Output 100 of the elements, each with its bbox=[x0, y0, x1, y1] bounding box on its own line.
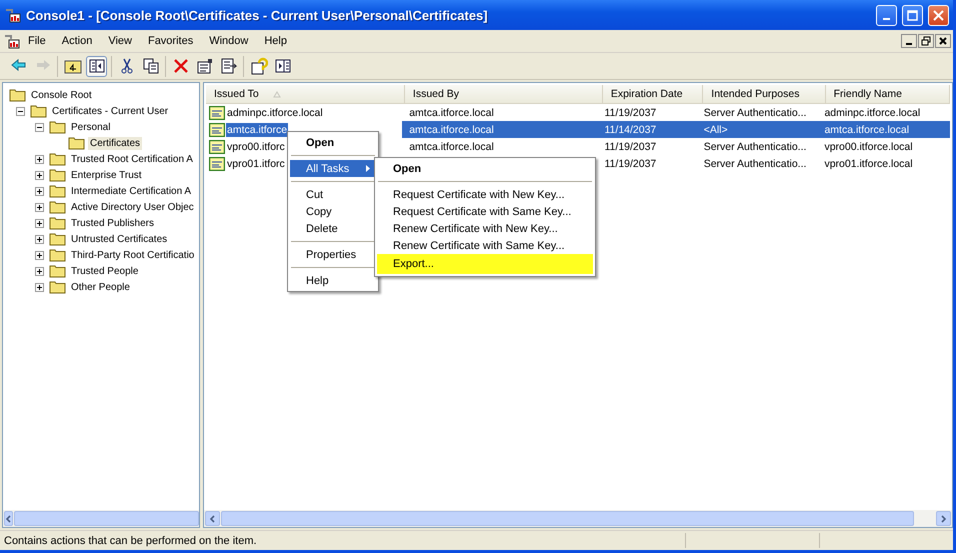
close-icon bbox=[933, 10, 944, 20]
expand-icon[interactable] bbox=[35, 202, 44, 212]
table-cell[interactable]: vpro00.itforc bbox=[226, 140, 286, 154]
menu-item[interactable]: Window bbox=[201, 35, 256, 47]
scroll-left-button[interactable] bbox=[205, 511, 220, 526]
certificate-icon bbox=[209, 106, 225, 120]
restore-icon bbox=[921, 36, 931, 46]
table-cell: <All> bbox=[696, 121, 818, 138]
menu-item[interactable]: Request Certificate with Same Key... bbox=[377, 203, 593, 220]
close-icon bbox=[939, 37, 947, 45]
menu-item[interactable]: Help bbox=[290, 272, 376, 289]
restore-button[interactable] bbox=[918, 34, 934, 48]
menu-item[interactable]: Open bbox=[290, 134, 376, 151]
collapse-icon[interactable] bbox=[35, 122, 44, 132]
column-header[interactable]: Friendly Name bbox=[826, 85, 950, 103]
minimize-button[interactable] bbox=[901, 34, 917, 48]
copy-icon bbox=[142, 57, 160, 75]
folder-icon bbox=[49, 280, 66, 294]
folder-icon bbox=[49, 184, 66, 198]
tree-item[interactable]: Trusted People bbox=[69, 264, 140, 278]
expand-icon[interactable] bbox=[35, 186, 44, 196]
tree-item[interactable]: Other People bbox=[69, 280, 132, 294]
table-cell-text: Server Authenticatio... bbox=[702, 140, 808, 154]
certificate-icon bbox=[209, 140, 225, 154]
expand-icon[interactable] bbox=[35, 218, 44, 228]
toolbar-button[interactable] bbox=[86, 56, 107, 76]
table-cell-text: Server Authenticatio... bbox=[702, 156, 808, 172]
menu-item[interactable]: Favorites bbox=[140, 35, 202, 47]
chevron-right-icon bbox=[940, 514, 947, 522]
tree-item[interactable]: Third-Party Root Certificatio bbox=[69, 248, 196, 262]
table-cell-text: Server Authenticatio... bbox=[702, 106, 808, 120]
delete-icon bbox=[172, 57, 190, 75]
export-list-icon bbox=[220, 57, 238, 75]
certificate-icon bbox=[209, 122, 225, 136]
console-app-icon[interactable] bbox=[4, 33, 20, 49]
menu-item[interactable]: Renew Certificate with New Key... bbox=[377, 220, 593, 237]
chevron-left-icon bbox=[209, 514, 216, 522]
maximize-button[interactable] bbox=[902, 4, 923, 26]
folder-icon bbox=[49, 152, 66, 166]
folder-icon bbox=[49, 264, 66, 278]
tree-item[interactable]: Certificates bbox=[88, 136, 142, 150]
tree-item[interactable]: Certificates - Current User bbox=[50, 104, 170, 118]
table-cell: amtca.itforce.local bbox=[817, 121, 950, 138]
menu-item[interactable]: Open bbox=[377, 160, 593, 177]
tree-item[interactable]: Intermediate Certification A bbox=[69, 184, 194, 198]
expand-icon[interactable] bbox=[35, 154, 44, 164]
tree-item[interactable]: Untrusted Certificates bbox=[69, 232, 170, 246]
table-cell: 11/14/2037 bbox=[598, 121, 697, 138]
table-cell-text: 11/19/2037 bbox=[604, 140, 658, 154]
tree-item[interactable]: Console Root bbox=[29, 88, 94, 102]
folder-icon bbox=[49, 232, 66, 246]
table-cell[interactable]: amtca.itforce bbox=[226, 122, 288, 136]
action-pane-icon bbox=[274, 57, 292, 75]
menu-item[interactable]: Action bbox=[54, 35, 100, 47]
expand-icon[interactable] bbox=[35, 170, 44, 180]
table-cell-text: vpro00.itforce.local bbox=[823, 140, 914, 154]
expand-icon[interactable] bbox=[35, 282, 44, 292]
table-cell-text: 11/19/2037 bbox=[604, 156, 658, 172]
expand-icon[interactable] bbox=[35, 234, 44, 244]
tree-item[interactable]: Enterprise Trust bbox=[69, 168, 144, 182]
column-header[interactable]: Issued By bbox=[404, 85, 603, 103]
table-cell-text: adminpc.itforce.local bbox=[823, 106, 922, 120]
table-cell-text: 11/19/2037 bbox=[604, 106, 658, 120]
close-button[interactable] bbox=[935, 34, 951, 48]
scrollbar-thumb[interactable] bbox=[14, 511, 199, 526]
menu-item[interactable]: Cut bbox=[290, 186, 376, 203]
folder-icon bbox=[49, 216, 66, 230]
scroll-right-button[interactable] bbox=[936, 511, 951, 526]
menu-item[interactable]: Delete bbox=[290, 220, 376, 237]
tree-item[interactable]: Trusted Publishers bbox=[69, 216, 156, 230]
menu-item[interactable]: View bbox=[100, 35, 140, 47]
menu-item[interactable]: Renew Certificate with Same Key... bbox=[377, 237, 593, 254]
column-header[interactable]: Issued To bbox=[206, 85, 405, 103]
expand-icon[interactable] bbox=[35, 250, 44, 260]
menu-item[interactable]: Export... bbox=[377, 254, 593, 274]
minimize-icon bbox=[883, 18, 890, 20]
tree-item[interactable]: Personal bbox=[69, 120, 112, 134]
column-header[interactable]: Expiration Date bbox=[602, 85, 704, 103]
folder-icon bbox=[49, 248, 66, 262]
column-header[interactable]: Intended Purposes bbox=[703, 85, 826, 103]
tree-item[interactable]: Trusted Root Certification A bbox=[69, 152, 195, 166]
menu-item[interactable]: Copy bbox=[290, 203, 376, 220]
folder-icon bbox=[49, 168, 66, 182]
scroll-left-button[interactable] bbox=[4, 511, 13, 526]
table-cell[interactable]: vpro01.itforc bbox=[226, 156, 286, 170]
folder-icon bbox=[30, 104, 47, 118]
chevron-left-icon bbox=[5, 514, 12, 522]
collapse-icon[interactable] bbox=[16, 106, 25, 116]
menu-item[interactable]: All Tasks bbox=[290, 160, 376, 177]
folder-icon bbox=[49, 200, 66, 214]
menu-item[interactable]: Properties bbox=[290, 246, 376, 263]
menu-item[interactable]: Help bbox=[256, 35, 295, 47]
scrollbar-thumb[interactable] bbox=[221, 511, 914, 526]
menu-item[interactable]: Request Certificate with New Key... bbox=[377, 186, 593, 203]
table-cell-text: amtca.itforce.local bbox=[408, 140, 495, 154]
menu-item[interactable]: File bbox=[20, 35, 54, 47]
window-title: Console1 - [Console Root\Certificates - Current User\Personal\Certificates] bbox=[26, 8, 489, 22]
table-cell[interactable]: adminpc.itforce.local bbox=[226, 106, 324, 120]
tree-item[interactable]: Active Directory User Objec bbox=[69, 200, 196, 214]
expand-icon[interactable] bbox=[35, 266, 44, 276]
